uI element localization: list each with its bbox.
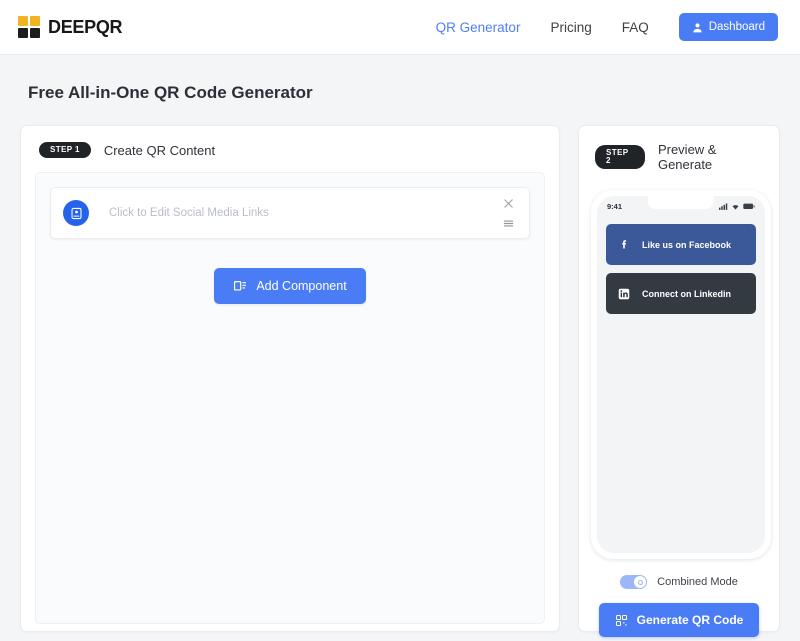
step2-badge: STEP 2 [595,145,645,169]
linkedin-icon [617,287,631,301]
nav-item-qr-generator[interactable]: QR Generator [436,20,521,35]
combined-mode-toggle[interactable] [620,575,648,589]
logo-text: DEEPQR [48,16,123,37]
nav-item-pricing[interactable]: Pricing [550,20,591,35]
component-row-label: Click to Edit Social Media Links [109,207,269,219]
social-buttons-list: Like us on Facebook Connect on Linkedin [597,216,765,314]
status-icons [719,202,755,210]
phone-preview: 9:41 Like us on Facebook Connect on Link… [591,190,771,559]
qr-logo-icon [18,16,40,38]
phone-status-bar: 9:41 [597,196,765,216]
social-button-linkedin-label: Connect on Linkedin [642,288,731,299]
step2-header: STEP 2 Preview & Generate [591,140,767,172]
qr-code-icon [615,614,627,626]
step1-badge: STEP 1 [39,142,91,158]
preview-generate-panel: STEP 2 Preview & Generate 9:41 Like us o… [578,125,780,637]
generate-qr-code-button[interactable]: Generate QR Code [599,603,759,637]
close-icon[interactable] [502,197,515,210]
battery-icon [743,203,755,209]
component-canvas: Click to Edit Social Media Links Add Com… [35,172,545,624]
social-button-facebook[interactable]: Like us on Facebook [606,224,756,265]
step1-header: STEP 1 Create QR Content [35,140,545,158]
logo[interactable]: DEEPQR [18,16,123,38]
wifi-icon [732,204,739,210]
status-time: 9:41 [607,201,623,211]
facebook-icon [617,238,631,252]
dashboard-button-label: Dashboard [708,21,765,33]
drag-handle-icon[interactable] [502,217,515,230]
add-component-label: Add Component [256,279,347,293]
phone-notch [648,196,714,209]
social-button-facebook-label: Like us on Facebook [642,239,732,250]
content-columns: STEP 1 Create QR Content Click to Edit S… [0,103,800,637]
combined-mode-row: Combined Mode [591,575,767,589]
signal-icon [719,202,728,210]
main-nav: QR Generator Pricing FAQ Dashboard [436,13,778,41]
site-header: DEEPQR QR Generator Pricing FAQ Dashboar… [0,0,800,55]
nav-item-faq[interactable]: FAQ [622,20,649,35]
contact-card-icon [63,200,89,226]
page-title: Free All-in-One QR Code Generator [28,83,313,102]
layout-icon [234,281,247,291]
user-icon [693,22,702,32]
combined-mode-label: Combined Mode [657,576,738,588]
step2-title: Preview & Generate [657,142,717,172]
step1-title: Create QR Content [103,142,216,158]
generate-qr-code-label: Generate QR Code [636,613,744,627]
dashboard-button[interactable]: Dashboard [678,13,778,41]
component-row-social-media[interactable]: Click to Edit Social Media Links [50,187,530,239]
toggle-knob [634,576,647,588]
add-component-wrap: Add Component [50,268,530,304]
component-row-actions [502,197,515,230]
create-content-panel: STEP 1 Create QR Content Click to Edit S… [20,125,560,632]
phone-screen: 9:41 Like us on Facebook Connect on Link… [597,196,765,553]
add-component-button[interactable]: Add Component [214,268,366,304]
social-button-linkedin[interactable]: Connect on Linkedin [606,273,756,314]
